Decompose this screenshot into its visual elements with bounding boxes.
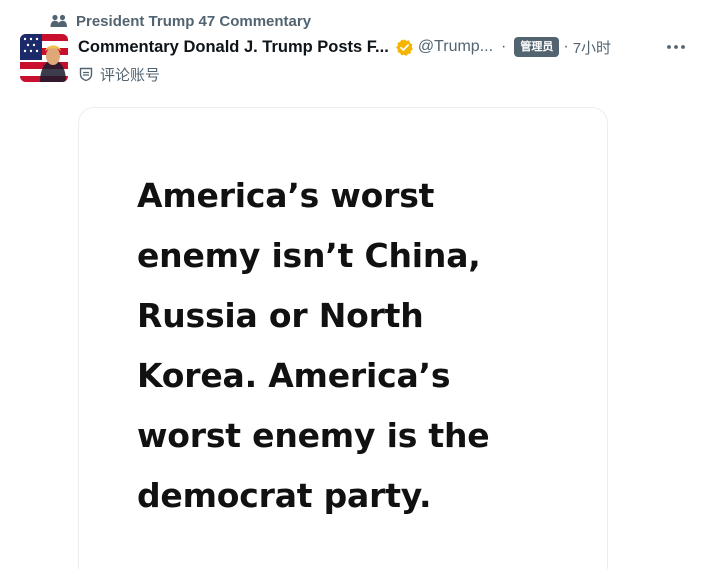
time-separator-dot: · [563, 38, 569, 55]
verified-badge-icon [395, 38, 414, 57]
more-options-button[interactable] [662, 36, 690, 58]
media-text-line: enemy isn’t China, [137, 236, 481, 275]
post-timestamp[interactable]: 7小时 [573, 37, 611, 58]
account-type-label: 评论账号 [100, 66, 161, 84]
media-text-line: democrat party. [137, 476, 432, 515]
community-row[interactable]: President Trump 47 Commentary [50, 10, 311, 32]
media-text: America’s worst enemy isn’t China, Russi… [137, 166, 537, 526]
avatar[interactable] [20, 34, 68, 82]
account-type-row: 评论账号 [78, 64, 160, 84]
post-media-image[interactable]: America’s worst enemy isn’t China, Russi… [78, 107, 608, 569]
separator-dot: · [501, 38, 507, 55]
community-icon [50, 14, 68, 28]
media-text-line: Korea. America’s [137, 356, 451, 395]
user-handle[interactable]: @Trump... [418, 38, 493, 56]
post-page: President Trump 47 Commentary Commentary… [0, 0, 720, 569]
display-name[interactable]: Commentary Donald J. Trump Posts F... [78, 38, 389, 57]
more-horizontal-icon [667, 45, 685, 49]
community-name[interactable]: President Trump 47 Commentary [76, 13, 311, 30]
admin-badge: 管理员 [514, 37, 560, 57]
media-text-line: worst enemy is the [137, 416, 490, 455]
post-header: Commentary Donald J. Trump Posts F... @T… [78, 36, 611, 58]
media-text-line: America’s worst [137, 176, 435, 215]
media-text-line: Russia or North [137, 296, 424, 335]
shield-icon [78, 66, 94, 82]
